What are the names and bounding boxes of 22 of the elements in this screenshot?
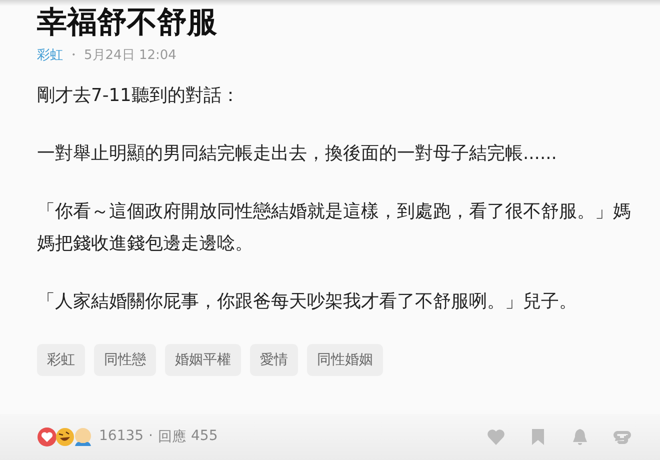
smiley-reaction-icon	[73, 427, 93, 447]
post-time: 5月24日 12:04	[84, 47, 176, 64]
heart-icon[interactable]	[486, 427, 506, 447]
reply-label: 回應	[158, 428, 186, 446]
post-paragraph: 「你看～這個政府開放同性戀結婚就是這樣，到處跑，看了很不舒服。」媽媽把錢收進錢包邊走邊唸。	[37, 200, 632, 256]
heart-reaction-icon	[37, 427, 57, 447]
tag-chip[interactable]: 同性婚姻	[307, 344, 383, 376]
post-paragraph: 一對舉止明顯的男同結完帳走出去，換後面的一對母子結完帳......	[37, 142, 558, 166]
tag-chip[interactable]: 愛情	[250, 344, 298, 376]
separator: ·	[148, 428, 153, 446]
tag-chip[interactable]: 婚姻平權	[165, 344, 241, 376]
laughing-reaction-icon	[55, 427, 75, 447]
post-paragraph: 剛才去7-11聽到的對話：	[37, 84, 240, 108]
bell-icon[interactable]	[570, 427, 590, 447]
tag-chip[interactable]: 彩虹	[37, 344, 85, 376]
separator: ・	[67, 47, 80, 64]
post-title: 幸福舒不舒服	[37, 6, 218, 40]
post-paragraph: 「人家結婚關你屁事，你跟爸每天吵架我才看了不舒服咧。」兒子。	[37, 290, 578, 314]
tag-chip[interactable]: 同性戀	[94, 344, 156, 376]
board-link[interactable]: 彩虹	[37, 46, 63, 64]
like-count: 16135	[99, 428, 144, 446]
reply-count: 455	[191, 428, 218, 446]
